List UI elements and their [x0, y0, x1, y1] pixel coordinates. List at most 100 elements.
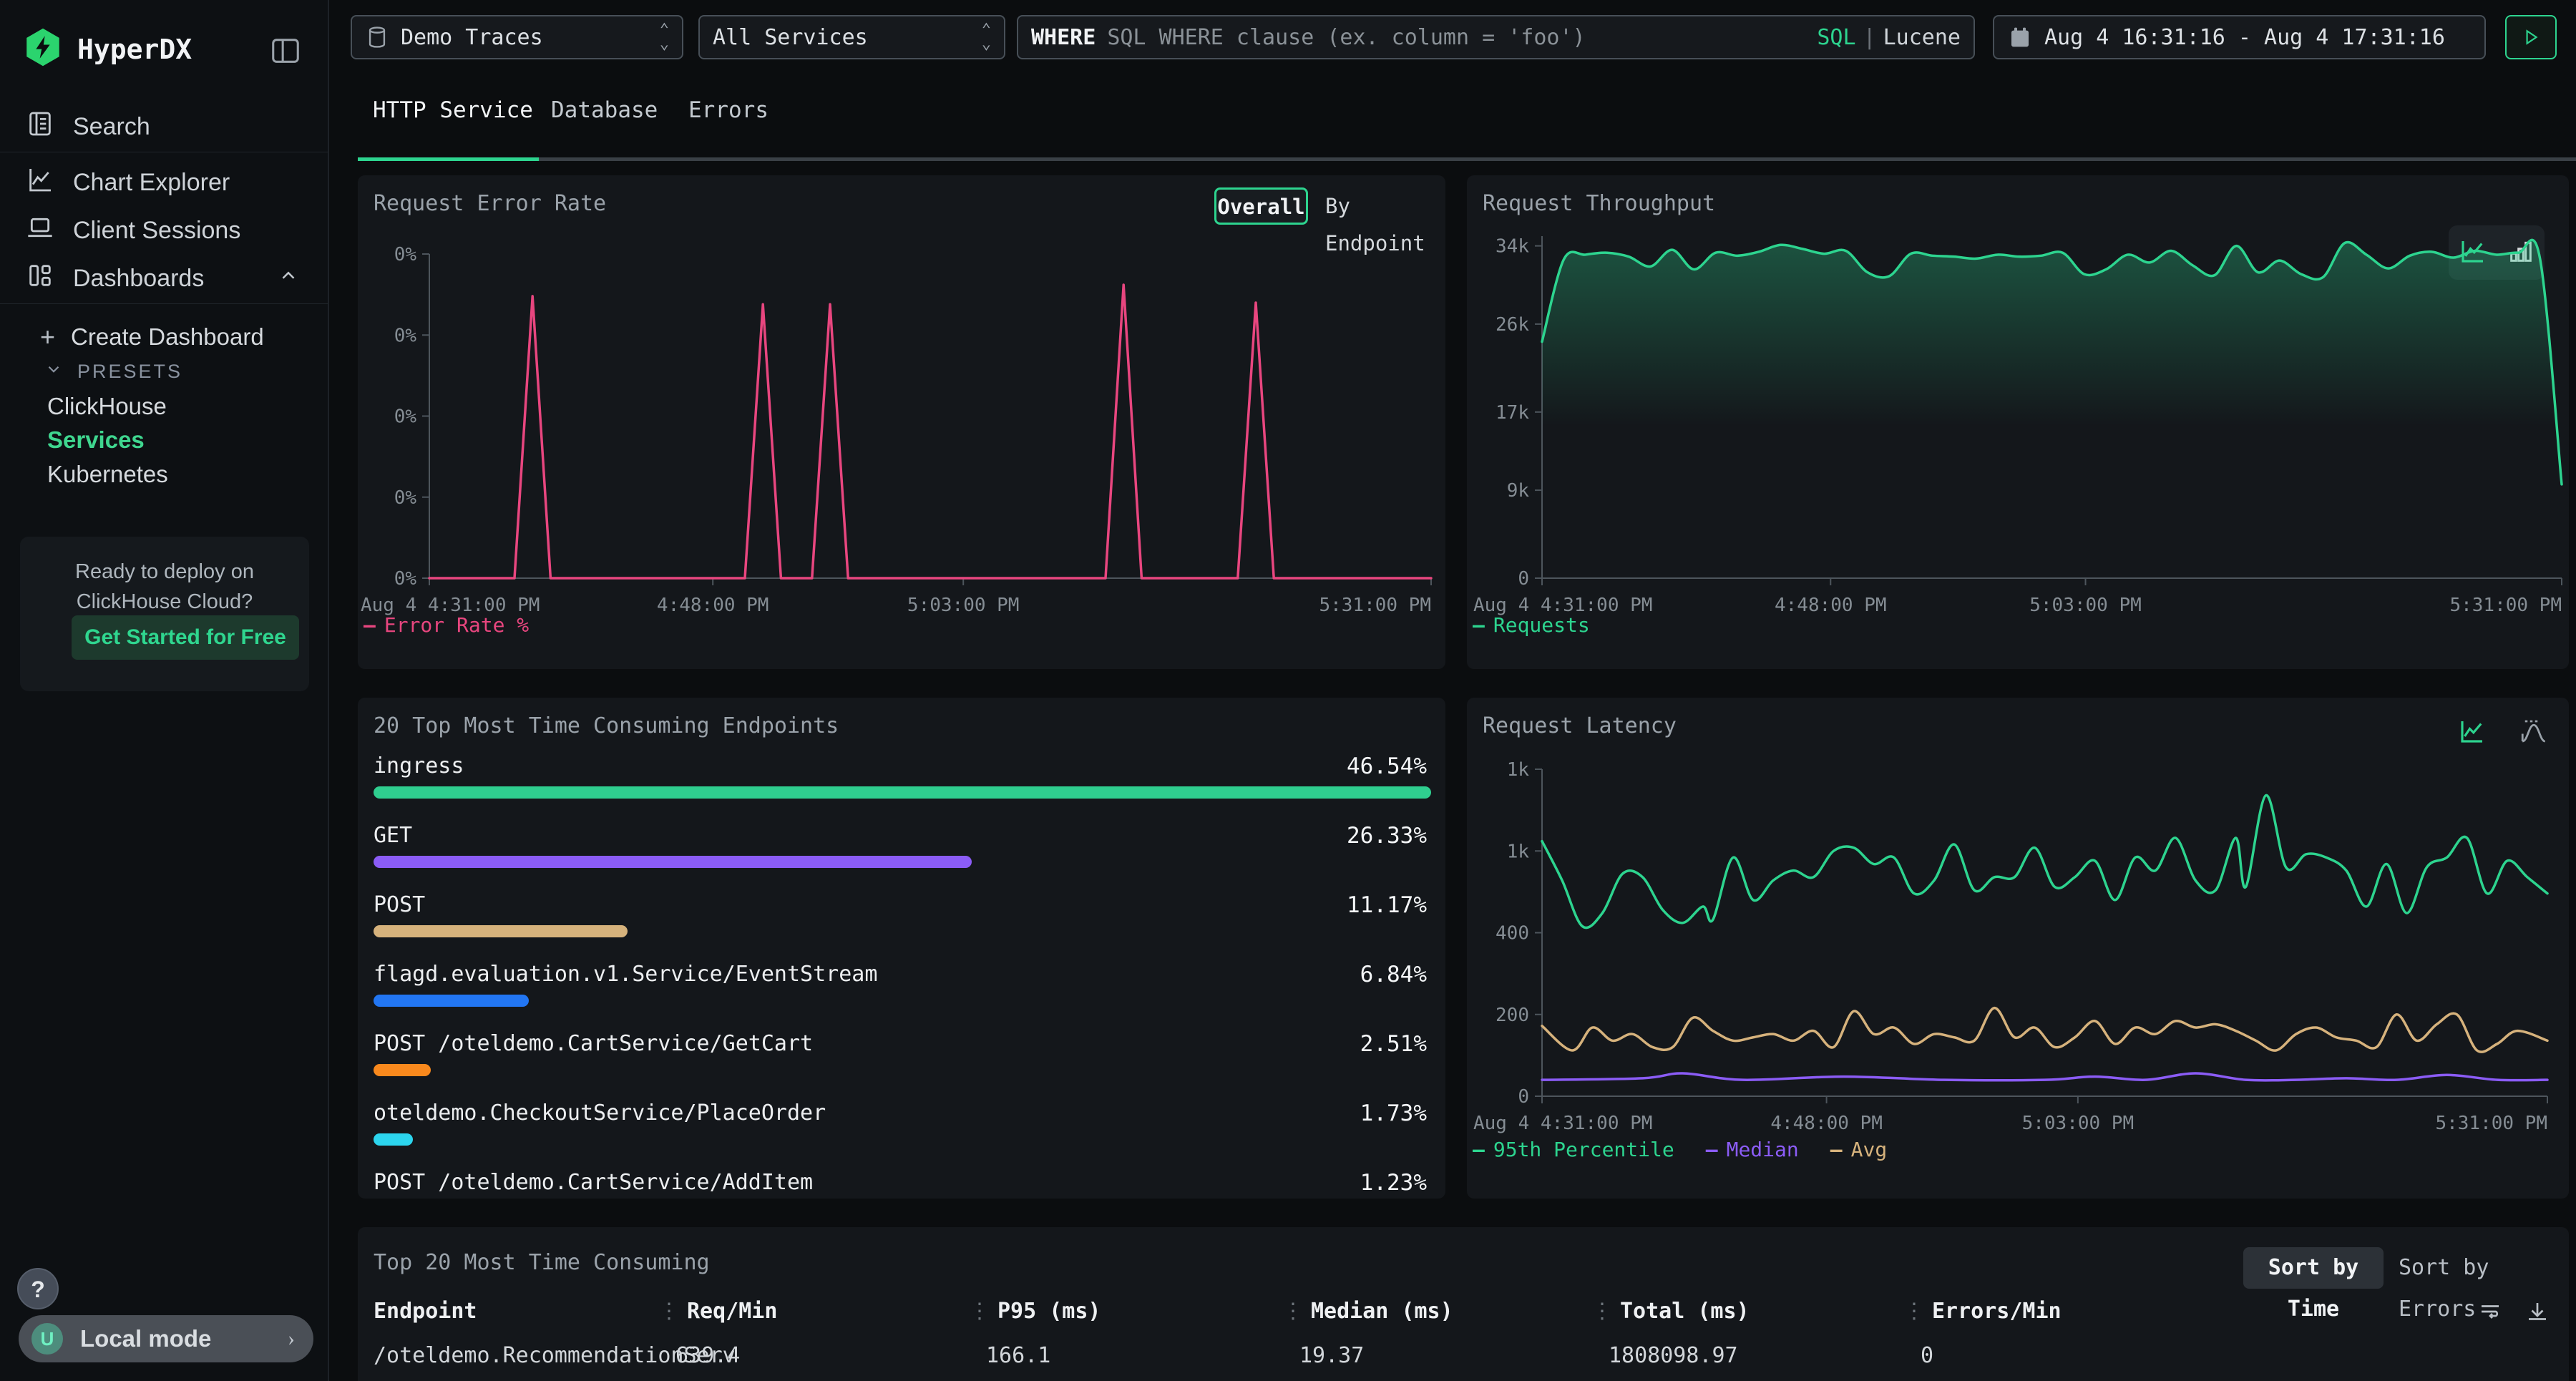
legend-label: Error Rate % — [384, 613, 529, 637]
endpoint-row[interactable]: POST 11.17% — [358, 892, 1445, 961]
daterange-picker[interactable]: Aug 4 16:31:16 - Aug 4 17:31:16 — [1993, 15, 2486, 59]
endpoint-row[interactable]: POST /oteldemo.CartService/AddItem 1.23% — [358, 1170, 1445, 1199]
avatar: U — [31, 1323, 63, 1355]
panel-request-latency: Request Latency 02004001k1kAug 4 4:31:00… — [1467, 698, 2569, 1199]
svg-text:17k: 17k — [1496, 402, 1529, 424]
sql-mode-button[interactable]: SQL — [1817, 25, 1855, 50]
search-bar: WHERE SQL | Lucene — [1017, 15, 1975, 59]
latency-chart[interactable]: 02004001k1kAug 4 4:31:00 PM4:48:00 PM5:0… — [1467, 748, 2569, 1148]
user-menu[interactable]: U Local mode › — [19, 1315, 313, 1362]
service-select-value: All Services — [713, 25, 868, 50]
database-icon — [365, 25, 389, 49]
get-started-button[interactable]: Get Started for Free — [72, 615, 299, 660]
endpoint-bar — [374, 1064, 431, 1076]
daterange-value: Aug 4 16:31:16 - Aug 4 17:31:16 — [2044, 25, 2445, 50]
throughput-chart[interactable]: 09k17k26k34kAug 4 4:31:00 PM4:48:00 PM5:… — [1467, 215, 2569, 637]
endpoint-bar — [374, 925, 628, 937]
overall-toggle-button[interactable]: Overall — [1214, 187, 1308, 225]
legend-swatch: — — [364, 613, 376, 637]
download-icon[interactable] — [2524, 1299, 2550, 1328]
drag-handle-icon[interactable]: ⋮ — [1282, 1299, 1304, 1324]
lucene-mode-button[interactable]: Lucene — [1883, 25, 1961, 50]
endpoint-row[interactable]: ingress 46.54% — [358, 753, 1445, 822]
legend-swatch: — — [1706, 1138, 1718, 1161]
chart-legend: — Error Rate % — [364, 613, 529, 637]
endpoint-label: POST /oteldemo.CartService/AddItem — [374, 1170, 813, 1195]
sidebar-item-search[interactable]: Search — [0, 103, 328, 150]
by-endpoint-toggle-button[interactable]: By Endpoint — [1325, 187, 1445, 225]
svg-text:0%: 0% — [394, 568, 417, 590]
sort-by-time-button[interactable]: Sort by Time — [2243, 1247, 2384, 1289]
lang-separator: | — [1863, 25, 1876, 50]
drag-handle-icon[interactable]: ⋮ — [1903, 1299, 1925, 1324]
column-header-errorsmin[interactable]: ⋮Errors/Min — [1903, 1299, 2062, 1324]
legend-swatch: — — [1473, 613, 1485, 637]
svg-text:5:31:00 PM: 5:31:00 PM — [1319, 595, 1431, 616]
drag-handle-icon[interactable]: ⋮ — [969, 1299, 990, 1324]
tab-track — [358, 157, 2576, 161]
tab-database[interactable]: Database — [551, 97, 658, 123]
svg-text:400: 400 — [1496, 923, 1529, 945]
histogram-icon[interactable] — [2519, 716, 2549, 750]
run-query-button[interactable] — [2505, 15, 2557, 59]
column-header-reqmin[interactable]: ⋮Req/Min — [658, 1299, 777, 1324]
endpoint-value: 11.17% — [1347, 892, 1427, 918]
endpoint-bar — [374, 856, 972, 868]
sidebar-divider — [0, 303, 328, 304]
sidebar-item-clickhouse[interactable]: ClickHouse — [47, 393, 167, 420]
column-header-median[interactable]: ⋮Median (ms) — [1282, 1299, 1453, 1324]
endpoint-bar — [374, 786, 1431, 799]
source-select[interactable]: Demo Traces ⌃⌄ — [351, 15, 683, 59]
column-header-p95[interactable]: ⋮P95 (ms) — [969, 1299, 1101, 1324]
panel-request-error-rate: Request Error Rate Overall By Endpoint 0… — [358, 175, 1445, 669]
svg-text:5:31:00 PM: 5:31:00 PM — [2435, 1113, 2547, 1134]
legend-label: Avg — [1851, 1138, 1888, 1161]
svg-text:0%: 0% — [394, 244, 417, 265]
svg-text:0%: 0% — [394, 487, 417, 509]
line-chart-icon[interactable] — [2457, 716, 2487, 750]
hyperdx-logo-icon — [23, 27, 63, 71]
svg-text:0: 0 — [1518, 568, 1529, 590]
clickhouse-cloud-promo: Ready to deploy on ClickHouse Cloud? Get… — [20, 537, 309, 691]
wrap-lines-icon[interactable] — [2477, 1299, 2503, 1328]
logo[interactable]: HyperDX — [23, 27, 192, 71]
endpoint-row[interactable]: GET 26.33% — [358, 823, 1445, 892]
tab-errors[interactable]: Errors — [688, 97, 769, 123]
service-select[interactable]: All Services ⌃⌄ — [698, 15, 1005, 59]
panel-top-time-consuming-table: Top 20 Most Time Consuming Sort by Time … — [358, 1227, 2569, 1381]
sidebar-item-client-sessions[interactable]: Client Sessions — [0, 207, 328, 254]
endpoint-row[interactable]: flagd.evaluation.v1.Service/EventStream … — [358, 962, 1445, 1030]
table-toolbar — [2477, 1299, 2550, 1328]
legend-swatch: — — [1830, 1138, 1843, 1161]
sidebar-collapse-icon[interactable] — [269, 34, 302, 71]
sidebar-item-chart-explorer[interactable]: Chart Explorer — [0, 159, 328, 206]
sort-by-errors-button[interactable]: Sort by Errors — [2399, 1247, 2569, 1289]
endpoint-row[interactable]: oteldemo.CheckoutService/PlaceOrder 1.73… — [358, 1101, 1445, 1169]
sidebar-item-kubernetes[interactable]: Kubernetes — [47, 461, 168, 488]
drag-handle-icon[interactable]: ⋮ — [1591, 1299, 1613, 1324]
create-dashboard-button[interactable]: + Create Dashboard — [40, 322, 264, 352]
column-header-total[interactable]: ⋮Total (ms) — [1591, 1299, 1750, 1324]
svg-text:5:03:00 PM: 5:03:00 PM — [2022, 1113, 2135, 1134]
sidebar-item-services[interactable]: Services — [47, 426, 145, 454]
promo-line2: ClickHouse Cloud? — [20, 587, 309, 617]
chart-legend: —95th Percentile —Median —Avg — [1473, 1138, 1887, 1161]
column-header-endpoint[interactable]: Endpoint — [374, 1299, 477, 1324]
sidebar-item-dashboards[interactable]: Dashboards — [0, 255, 328, 302]
where-input[interactable] — [1106, 24, 1817, 51]
chevron-up-icon — [278, 265, 299, 293]
endpoint-value: 1.73% — [1360, 1101, 1427, 1126]
latency-chart-type-toggle[interactable] — [2457, 716, 2549, 750]
help-button[interactable]: ? — [17, 1268, 59, 1309]
panel-title: Top 20 Most Time Consuming — [374, 1250, 710, 1275]
error-rate-chart[interactable]: 0%0%0%0%0%Aug 4 4:31:00 PM4:48:00 PM5:03… — [358, 236, 1445, 637]
laptop-icon — [26, 213, 54, 248]
presets-header[interactable]: PRESETS — [44, 360, 182, 384]
endpoint-row[interactable]: POST /oteldemo.CartService/GetCart 2.51% — [358, 1031, 1445, 1100]
sidebar-item-label: Dashboards — [73, 265, 204, 293]
tab-http-service[interactable]: HTTP Service — [373, 97, 533, 123]
cell-total: 1808098.97 — [1609, 1343, 1738, 1368]
drag-handle-icon[interactable]: ⋮ — [658, 1299, 680, 1324]
chart-explorer-icon — [26, 165, 54, 200]
svg-text:26k: 26k — [1496, 314, 1529, 336]
